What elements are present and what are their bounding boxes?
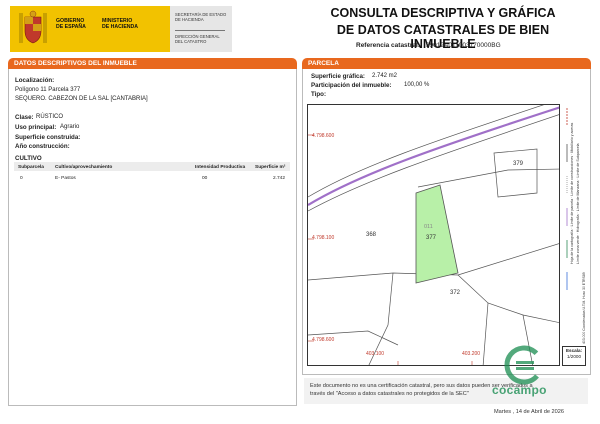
- cadastral-map[interactable]: 4.798.600 4.798.100 4.798.600 403.100 40…: [307, 104, 560, 366]
- participation-value: 100,00 %: [404, 82, 430, 88]
- construction-year-label: Año construcción:: [15, 143, 70, 150]
- section-title-parcel: PARCELA: [302, 58, 591, 69]
- coordinate-label-y1: 4.798.600: [312, 133, 335, 139]
- location-line2: SEQUERO. CABEZON DE LA SAL [CANTABRIA]: [15, 96, 148, 102]
- secretariat-label: SECRETARÍA DE ESTADO DE HACIENDA: [175, 12, 227, 22]
- location-line1: Polígono 11 Parcela 377: [15, 87, 81, 93]
- directorate-label: DIRECCIÓN GENERAL DEL CATASTRO: [175, 34, 220, 44]
- built-area-label: Superficie construida:: [15, 134, 81, 141]
- legend-labels-2: Límite zona verde · Hidrografía · Límite…: [576, 143, 580, 264]
- document-date: Martes , 14 de Abril de 2026: [494, 409, 564, 415]
- column-header-crop: Cultivo/aprovechamiento: [55, 165, 113, 170]
- class-value: RÚSTICO: [36, 114, 63, 120]
- neighbor-parcel-379: 379: [513, 161, 524, 167]
- legend-item: Límite de Subparcela: [576, 143, 580, 178]
- document-title-line1: CONSULTA DESCRIPTIVA Y GRÁFICA: [330, 6, 556, 20]
- table-cell-intensity: 00: [202, 176, 208, 181]
- scale-value: 1/2000: [566, 354, 582, 359]
- cadastral-reference: Referencia catastral: 39012A011003770000B…: [356, 42, 501, 49]
- table-cell-crop: E- Pastos: [55, 176, 76, 181]
- government-label: GOBIERNO DE ESPAÑA: [56, 18, 86, 30]
- map-legend: Hoja de la cartografía · Límite de parce…: [563, 104, 587, 344]
- coordinate-label-x2: 403.200: [462, 351, 481, 357]
- location-label: Localización:: [15, 77, 55, 84]
- cadastral-reference-value: 39012A011003770000BG: [425, 42, 501, 49]
- crop-label: CULTIVO: [15, 155, 42, 162]
- legend-item: Límite de Manzana: [576, 180, 580, 212]
- scale-box: Escala: 1/2000: [562, 346, 586, 366]
- legend-item: Límite de construcciones: [570, 155, 574, 196]
- main-use-label: Uso principal:: [15, 124, 57, 131]
- coat-of-arms-icon: [19, 10, 47, 44]
- table-cell-subparcel: 0: [20, 176, 23, 181]
- legend-item: Mobiliario y aceras: [570, 122, 574, 153]
- neighbor-parcel-368: 368: [366, 232, 377, 238]
- watermark-text: cocampo: [492, 383, 547, 397]
- participation-label: Participación del inmueble:: [311, 82, 392, 89]
- column-header-subparcel: Subparcela: [18, 165, 44, 170]
- legend-item: Hidrografía: [576, 214, 580, 233]
- main-use-value: Agrario: [60, 124, 80, 130]
- parcel-number: 377: [426, 235, 437, 241]
- subject-parcel: [415, 184, 459, 284]
- graphic-area-value: 2.742 m2: [372, 73, 398, 79]
- coordinate-label-y3: 4.798.600: [312, 337, 335, 343]
- column-header-intensity: Intensidad Productiva: [195, 165, 246, 170]
- coordinate-system-label: 403.000 Coordenadas U.T.M. Huso 30 ETRS8…: [582, 272, 586, 344]
- legend-item: Límite de parcela: [570, 198, 574, 227]
- coordinate-label-x1: 403.100: [366, 351, 385, 357]
- neighbor-parcel-372: 372: [450, 290, 461, 296]
- ministry-label: MINISTERIO DE HACIENDA: [102, 18, 139, 30]
- divider: [175, 30, 225, 31]
- parcel-code: 011: [424, 224, 433, 230]
- legend-item: Límite zona verde: [576, 235, 580, 264]
- class-label: Clase:: [15, 114, 34, 121]
- section-title-descriptive: DATOS DESCRIPTIVOS DEL INMUEBLE: [8, 58, 297, 69]
- legend-item: Hoja de la cartografía: [570, 229, 574, 264]
- coordinate-label-y2: 4.798.100: [312, 235, 335, 241]
- cadastral-reference-label: Referencia catastral:: [356, 42, 420, 49]
- type-label: Tipo:: [311, 91, 327, 98]
- graphic-area-label: Superficie gráfica:: [311, 73, 365, 80]
- table-cell-area: 2.742: [273, 176, 286, 181]
- legend-labels: Hoja de la cartografía · Límite de parce…: [570, 122, 574, 264]
- column-header-area: Superficie m²: [255, 165, 286, 170]
